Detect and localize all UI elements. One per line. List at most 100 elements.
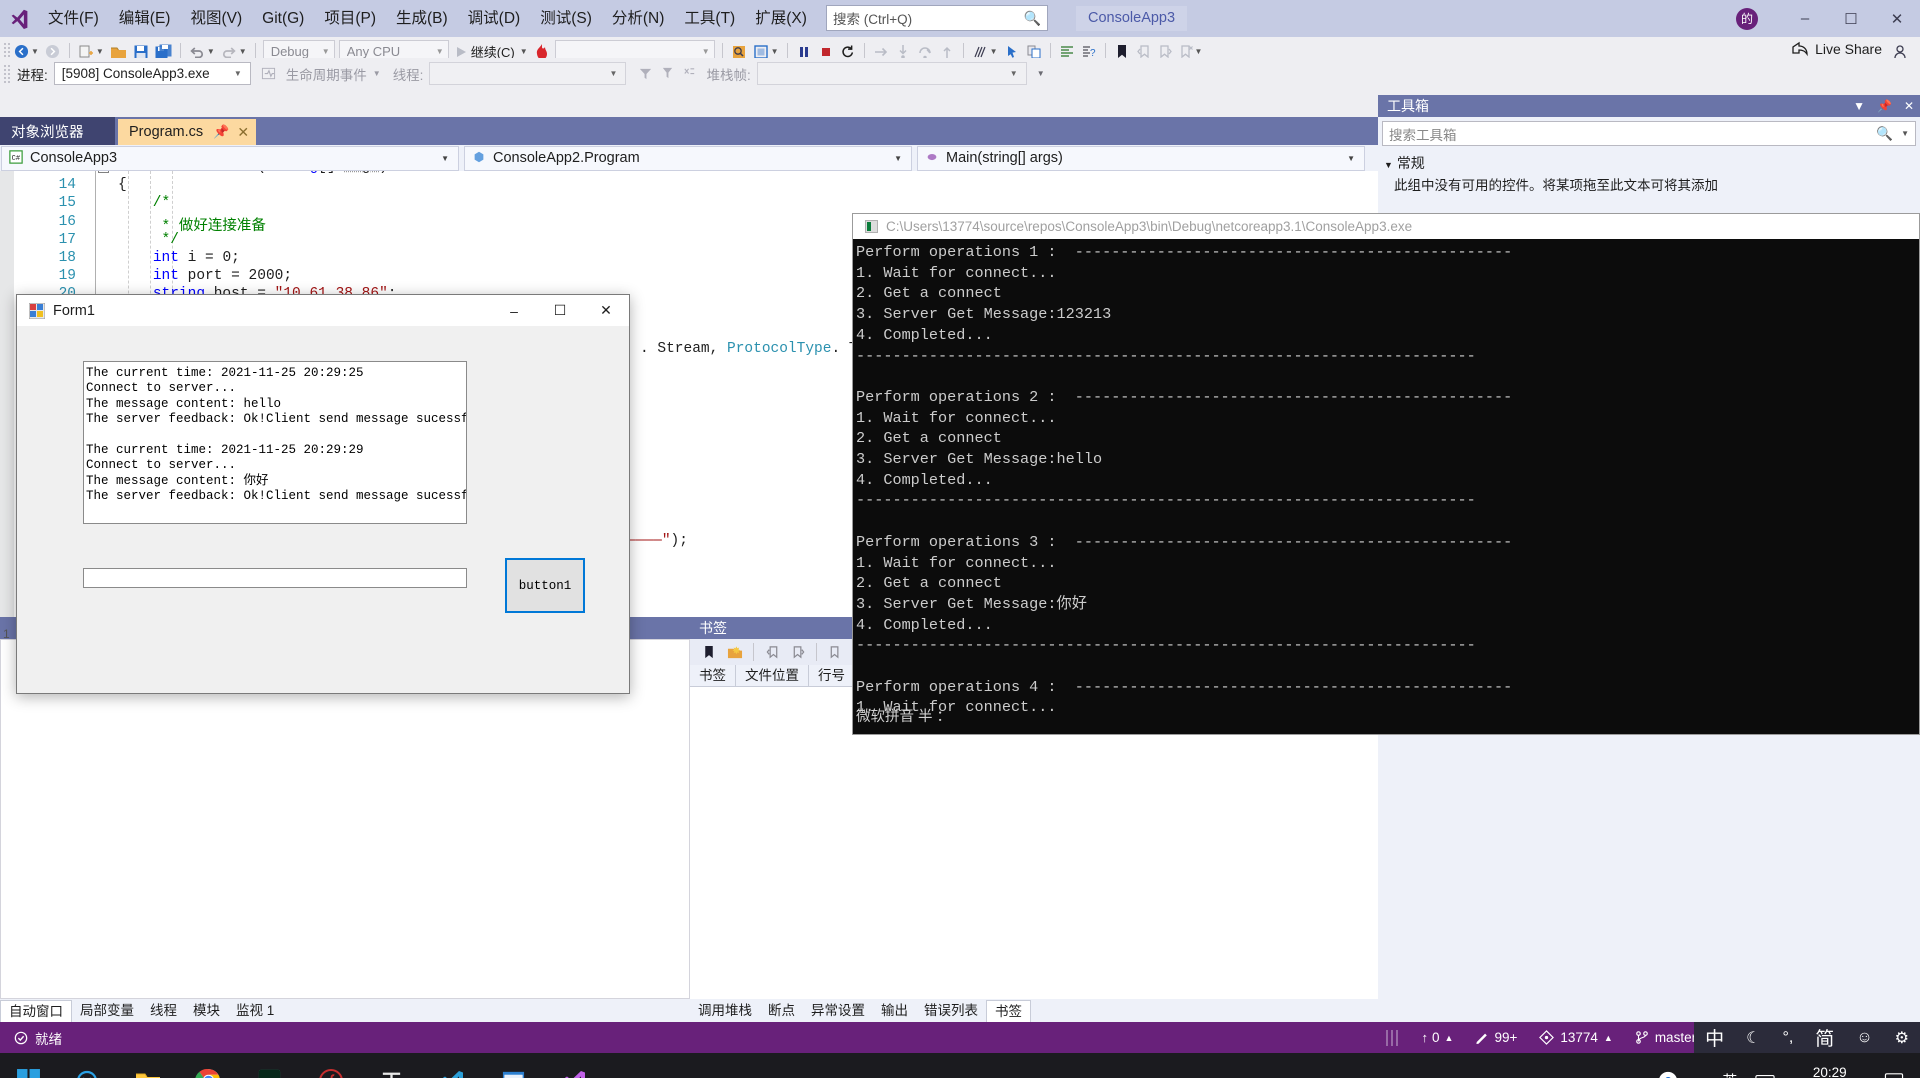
process-dropdown[interactable]: [5908] ConsoleApp3.exe ▼	[53, 62, 251, 85]
tab-breakpoints[interactable]: 断点	[760, 1000, 803, 1022]
toolbox-search-input[interactable]: 搜索工具箱 🔍 ▼	[1382, 121, 1916, 146]
console-window[interactable]: C:\Users\13774\source\repos\ConsoleApp3\…	[852, 213, 1920, 735]
column-line-number[interactable]: 行号	[809, 664, 855, 687]
search-icon[interactable]: 🔍	[1876, 126, 1893, 142]
live-share-button[interactable]: Live Share	[1791, 41, 1882, 57]
taskbar-item-typora[interactable]	[361, 1053, 422, 1078]
toolbox-group-general[interactable]: ▼ 常规	[1384, 153, 1425, 173]
form1-message-input[interactable]	[83, 568, 467, 588]
project-dropdown-value: ConsoleApp3	[30, 150, 118, 166]
lifecycle-events-icon[interactable]	[258, 62, 280, 86]
menu-git[interactable]: Git(G)	[252, 0, 314, 37]
lifecycle-events-label[interactable]: 生命周期事件	[280, 64, 373, 84]
thread-filter-icon[interactable]	[678, 62, 700, 86]
tab-object-browser[interactable]: 对象浏览器	[0, 117, 115, 145]
ime-punctuation-mode[interactable]: °,	[1771, 1029, 1804, 1047]
member-dropdown[interactable]: Main(string[] args) ▼	[917, 145, 1365, 171]
keyboard-icon[interactable]	[1746, 1073, 1784, 1078]
column-file-location[interactable]: 文件位置	[736, 664, 809, 687]
form1-maximize-button[interactable]: ☐	[537, 295, 583, 326]
status-unsaved-changes[interactable]: 99+	[1464, 1030, 1528, 1045]
ime-simplified-mode[interactable]: 简	[1804, 1024, 1845, 1051]
menu-project[interactable]: 项目(P)	[314, 0, 386, 37]
ime-language-mode[interactable]: 中	[1694, 1024, 1735, 1051]
tray-clock[interactable]: 20:29 2021/11/25	[1784, 1064, 1875, 1078]
tray-ime-language[interactable]: 英	[1713, 1070, 1746, 1078]
window-close-button[interactable]: ✕	[1874, 0, 1920, 37]
taskbar-item-netease-music[interactable]	[300, 1053, 361, 1078]
toolbar-grip[interactable]	[3, 63, 11, 84]
taskbar-item-file-explorer[interactable]	[117, 1053, 178, 1078]
tab-locals[interactable]: 局部变量	[72, 1000, 142, 1022]
new-folder-icon[interactable]	[722, 641, 748, 663]
project-dropdown[interactable]: C# ConsoleApp3 ▼	[1, 145, 459, 171]
emoji-icon[interactable]: ☺	[1845, 1029, 1883, 1047]
form1-log-textbox[interactable]: The current time: 2021-11-25 20:29:25 Co…	[83, 361, 467, 524]
tab-exception-settings[interactable]: 异常设置	[803, 1000, 873, 1022]
menu-build[interactable]: 生成(B)	[386, 0, 458, 37]
editor-left-margin[interactable]	[0, 171, 14, 617]
form1-send-button[interactable]: button1	[505, 558, 585, 613]
flag-next-icon[interactable]	[656, 62, 678, 86]
gear-icon[interactable]: ⚙	[1884, 1028, 1920, 1048]
tab-program-cs[interactable]: Program.cs 📌 ✕	[118, 119, 257, 145]
windows-start-icon[interactable]	[0, 1053, 56, 1078]
form1-window[interactable]: Form1 – ☐ ✕ The current time: 2021-11-25…	[16, 294, 630, 694]
tab-output[interactable]: 输出	[873, 1000, 916, 1022]
previous-bookmark-icon[interactable]	[759, 641, 785, 663]
form1-minimize-button[interactable]: –	[491, 295, 537, 326]
taskbar-item-pycharm[interactable]: PC	[239, 1053, 300, 1078]
chevron-up-icon[interactable]: ▴	[1688, 1072, 1714, 1078]
menu-test[interactable]: 测试(S)	[530, 0, 602, 37]
account-avatar[interactable]: 的	[1736, 7, 1758, 30]
search-input[interactable]: 搜索 (Ctrl+Q) 🔍	[826, 5, 1048, 31]
console-output[interactable]: Perform operations 1 : -----------------…	[853, 239, 1919, 734]
chevron-down-icon[interactable]: ▼	[1901, 129, 1909, 138]
type-dropdown[interactable]: ConsoleApp2.Program ▼	[464, 145, 912, 171]
taskbar-item-vscode[interactable]	[422, 1053, 483, 1078]
notification-icon[interactable]	[1875, 1072, 1920, 1078]
taskbar-item-visual-studio[interactable]	[544, 1053, 605, 1078]
pin-icon[interactable]: 📌	[213, 124, 229, 140]
tab-modules[interactable]: 模块	[185, 1000, 228, 1022]
pin-icon[interactable]: 📌	[1871, 99, 1898, 113]
chevron-down-icon[interactable]: ▼	[1847, 99, 1871, 113]
chevron-down-icon: ▼	[989, 47, 998, 56]
menu-edit[interactable]: 编辑(E)	[109, 0, 181, 37]
close-icon[interactable]: ✕	[237, 124, 249, 141]
moon-icon[interactable]: ☾	[1735, 1028, 1771, 1048]
tab-call-stack[interactable]: 调用堆栈	[690, 1000, 760, 1022]
thread-dropdown[interactable]: ▼	[429, 62, 627, 85]
tab-bookmarks[interactable]: 书签	[986, 1000, 1031, 1022]
menu-extensions[interactable]: 扩展(X)	[745, 0, 817, 37]
help-circle-icon[interactable]: ?	[1648, 1070, 1688, 1078]
menu-analyze[interactable]: 分析(N)	[602, 0, 675, 37]
bookmark-icon[interactable]	[696, 641, 722, 663]
menu-debug[interactable]: 调试(D)	[458, 0, 531, 37]
taskbar-item-console[interactable]	[483, 1053, 544, 1078]
menu-tools[interactable]: 工具(T)	[674, 0, 745, 37]
close-icon[interactable]: ✕	[1898, 99, 1920, 113]
window-restore-button[interactable]: ☐	[1828, 0, 1874, 37]
window-minimize-button[interactable]: –	[1782, 0, 1828, 37]
form1-titlebar[interactable]: Form1 – ☐ ✕	[17, 295, 629, 326]
flag-filter-icon[interactable]	[634, 62, 656, 86]
menu-view[interactable]: 视图(V)	[180, 0, 252, 37]
taskbar-item-chrome[interactable]	[178, 1053, 239, 1078]
column-bookmark[interactable]: 书签	[690, 664, 736, 687]
tab-threads[interactable]: 线程	[142, 1000, 185, 1022]
form1-close-button[interactable]: ✕	[583, 295, 629, 326]
status-repository[interactable]: 13774 ▲	[1528, 1030, 1623, 1045]
collapse-toggle[interactable]: −	[98, 171, 109, 173]
stackframe-dropdown[interactable]: ▼	[756, 62, 1027, 85]
tab-watch-1[interactable]: 监视 1	[228, 1000, 282, 1022]
taskbar-item-tencent-meeting[interactable]	[56, 1053, 117, 1078]
tab-error-list[interactable]: 错误列表	[916, 1000, 986, 1022]
console-titlebar[interactable]: C:\Users\13774\source\repos\ConsoleApp3\…	[853, 214, 1919, 239]
next-bookmark-icon[interactable]	[785, 641, 811, 663]
menu-file[interactable]: 文件(F)	[38, 0, 109, 37]
toolbar-overflow-chevron-icon[interactable]: ▼	[1027, 69, 1045, 78]
tab-autos[interactable]: 自动窗口	[0, 1000, 72, 1022]
delete-bookmark-icon[interactable]	[822, 641, 848, 663]
status-pending-changes[interactable]: ↑ 0 ▲	[1411, 1030, 1465, 1045]
